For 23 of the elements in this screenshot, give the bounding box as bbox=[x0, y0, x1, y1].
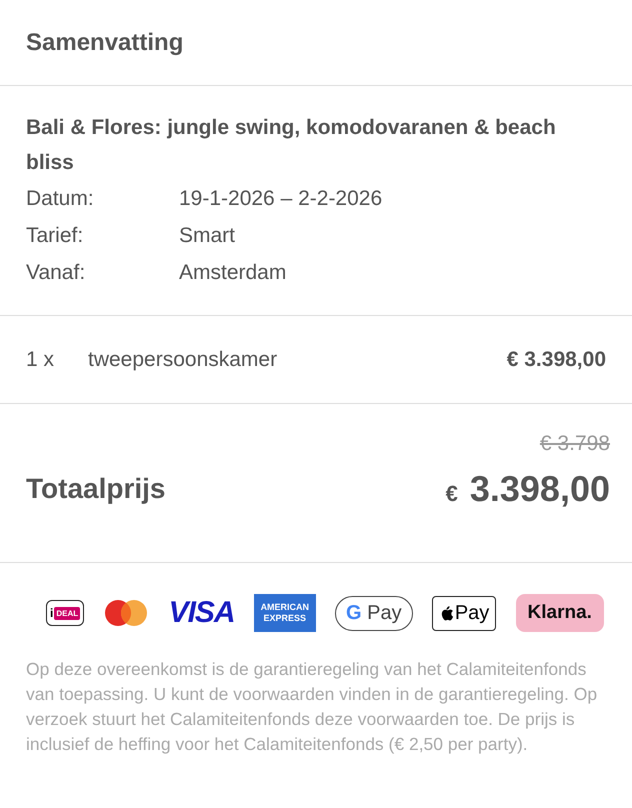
trip-title: Bali & Flores: jungle swing, komodovaranen & beach bliss bbox=[26, 115, 557, 176]
line-price: € 3.398,00 bbox=[506, 348, 606, 372]
ideal-logo: i DEAL bbox=[46, 600, 84, 626]
detail-label: Vanaf: bbox=[26, 260, 86, 286]
detail-value: Amsterdam bbox=[179, 260, 286, 286]
currency-symbol: € bbox=[446, 481, 458, 507]
total-price: 3.398,00 bbox=[470, 468, 610, 510]
line-quantity: 1 x bbox=[26, 348, 56, 372]
amex-logo: AMERICAN EXPRESS bbox=[254, 594, 316, 632]
disclaimer-text: Op deze overeenkomst is de garantieregeling van het Calamiteitenfonds van toepassing. U kunt de voorwaarden vinden in de garantieregeling. Op verzoek stuurt het Calamiteitenfonds deze voorwaarden toe. De prijs is inclusief de heffing voor het Calamiteitenfonds (€ 2,50 per party). bbox=[26, 658, 598, 756]
klarna-logo: Klarna. bbox=[516, 594, 604, 632]
detail-value: Smart bbox=[179, 223, 236, 249]
visa-logo: VISA bbox=[168, 596, 235, 630]
apple-pay-logo: Pay bbox=[432, 596, 496, 630]
mastercard-logo bbox=[103, 598, 150, 628]
summary-title: Samenvatting bbox=[26, 28, 184, 56]
detail-label: Tarief: bbox=[26, 223, 84, 249]
old-price: € 3.798 bbox=[540, 432, 610, 456]
detail-value: 19-1-2026 – 2-2-2026 bbox=[179, 186, 382, 212]
detail-label: Datum: bbox=[26, 186, 95, 212]
line-description: tweepersoonskamer bbox=[88, 348, 278, 372]
google-pay-logo: G Pay bbox=[335, 596, 413, 630]
total-label: Totaalprijs bbox=[26, 473, 166, 505]
